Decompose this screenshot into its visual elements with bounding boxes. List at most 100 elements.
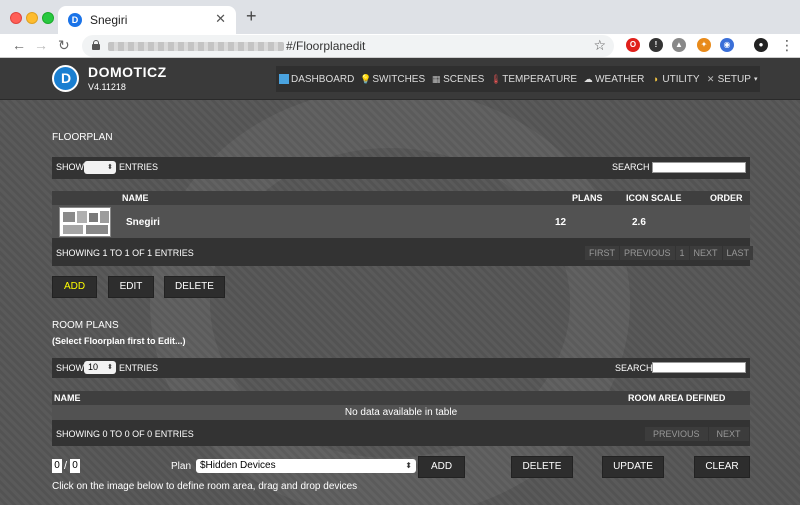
show-label: SHOW — [56, 162, 84, 172]
browser-tab[interactable]: D Snegiri ✕ — [58, 6, 236, 34]
room-plans-table-footer: SHOWING 0 TO 0 OF 0 ENTRIES PREVIOUS NEX… — [52, 420, 750, 446]
domoticz-logo-icon[interactable]: D — [52, 65, 79, 92]
info-extension-icon[interactable]: ! — [649, 38, 663, 52]
select-arrows-icon: ⬍ — [107, 164, 113, 171]
url-host-redacted — [108, 42, 284, 51]
floorplan-table-header: NAME PLANS ICON SCALE ORDER — [52, 191, 750, 205]
room-plans-pagination: PREVIOUS NEXT — [644, 427, 749, 441]
app-version: V4.11218 — [88, 82, 126, 92]
browser-menu-icon[interactable]: ⋮ — [780, 37, 794, 54]
floorplan-plans: 12 — [555, 217, 567, 228]
globe-extension-icon[interactable]: ◉ — [720, 38, 734, 52]
col-order[interactable]: ORDER — [710, 193, 743, 203]
floorplan-thumbnail[interactable] — [59, 207, 111, 237]
room-plans-search-input[interactable] — [652, 362, 746, 373]
room-plans-table-controls: SHOW 10 ⬍ ENTRIES SEARCH: — [52, 358, 750, 378]
floorplan-heading: FLOORPLAN — [52, 132, 113, 143]
delete-plan-button[interactable]: DELETE — [511, 456, 573, 478]
profile-avatar-icon[interactable]: ● — [754, 38, 768, 52]
col-icon-scale[interactable]: ICON SCALE — [626, 193, 682, 203]
col-name[interactable]: NAME — [54, 393, 81, 403]
floorplan-table-controls: SHOW ⬍ ENTRIES SEARCH : — [52, 157, 750, 179]
address-bar[interactable]: #/Floorplanedit ☆ — [82, 35, 614, 57]
y-coordinate-display: 0 — [70, 459, 80, 473]
room-plans-heading: ROOM PLANS — [52, 320, 119, 331]
clear-plan-button[interactable]: CLEAR — [694, 456, 750, 478]
col-plans[interactable]: PLANS — [572, 193, 603, 203]
floorplan-search-input[interactable] — [652, 162, 746, 173]
room-plans-page-size-select[interactable]: 10 ⬍ — [84, 361, 116, 374]
plan-label: Plan — [171, 461, 192, 472]
url-path: #/Floorplanedit — [286, 39, 366, 53]
menu-scenes[interactable]: ▦ SCENES — [428, 66, 487, 92]
floorplan-icon-scale: 2.6 — [632, 217, 646, 228]
search-label: SEARCH: — [615, 363, 656, 373]
menu-dashboard[interactable]: DASHBOARD — [276, 66, 357, 92]
search-label: SEARCH : — [612, 162, 655, 172]
entries-label: ENTRIES — [119, 363, 159, 373]
browser-toolbar: ← → ↻ #/Floorplanedit ☆ O ! ▲ ✦ ◉ ● ⋮ — [0, 34, 800, 58]
floorplan-page-size-select[interactable]: ⬍ — [84, 161, 116, 174]
bulb-icon: 💡 — [360, 74, 372, 84]
tab-close-icon[interactable]: ✕ — [215, 11, 226, 27]
pager-first[interactable]: FIRST — [585, 246, 619, 260]
maximize-window-button[interactable] — [42, 12, 54, 24]
table-row[interactable]: Snegiri 12 2.6 — [52, 205, 750, 238]
menu-weather[interactable]: ☁ WEATHER — [580, 66, 647, 92]
edit-floorplan-button[interactable]: EDIT — [108, 276, 154, 298]
main-menu: DASHBOARD 💡 SWITCHES ▦ SCENES 🌡 TEMPERATURE… — [276, 66, 761, 92]
browser-titlebar: D Snegiri ✕ + — [0, 0, 800, 34]
select-arrows-icon: ⬍ — [107, 364, 113, 371]
drive-extension-icon[interactable]: ▲ — [672, 38, 686, 52]
menu-temperature[interactable]: 🌡 TEMPERATURE — [487, 66, 580, 92]
reload-icon[interactable]: ↻ — [58, 37, 70, 53]
scenes-icon: ▦ — [431, 74, 441, 84]
pager-next[interactable]: NEXT — [689, 246, 722, 260]
col-name[interactable]: NAME — [122, 193, 149, 203]
add-floorplan-button[interactable]: ADD — [52, 276, 97, 298]
pager-last[interactable]: LAST — [722, 246, 754, 260]
pager-previous[interactable]: PREVIOUS — [645, 427, 708, 441]
menu-setup[interactable]: ✕ SETUP ▾ — [703, 66, 761, 92]
floorplan-pagination: FIRST PREVIOUS 1 NEXT LAST — [584, 246, 754, 260]
delete-floorplan-button[interactable]: DELETE — [164, 276, 225, 298]
chevron-down-icon: ▾ — [753, 76, 758, 83]
forward-arrow-icon[interactable]: → — [34, 37, 48, 53]
col-room-area-defined[interactable]: ROOM AREA DEFINED — [628, 393, 725, 403]
new-tab-button[interactable]: + — [246, 7, 257, 25]
room-plans-info: SHOWING 0 TO 0 OF 0 ENTRIES — [56, 429, 194, 439]
update-plan-button[interactable]: UPDATE — [602, 456, 664, 478]
room-plans-hint: (Select Floorplan first to Edit...) — [52, 336, 186, 346]
minimize-window-button[interactable] — [26, 12, 38, 24]
empty-table-message: No data available in table — [344, 407, 458, 418]
app-brand[interactable]: DOMOTICZ — [88, 64, 167, 80]
domoticz-favicon-icon: D — [68, 13, 82, 27]
cloud-icon: ☁ — [583, 74, 593, 84]
thermometer-icon: 🌡 — [490, 74, 502, 84]
tools-icon: ✕ — [706, 74, 715, 84]
room-plans-table-header: NAME ROOM AREA DEFINED — [52, 391, 750, 405]
plan-select[interactable]: $Hidden Devices ⬍ — [196, 459, 416, 473]
dashboard-icon — [279, 74, 289, 84]
pager-previous[interactable]: PREVIOUS — [620, 246, 675, 260]
menu-switches[interactable]: 💡 SWITCHES — [357, 66, 428, 92]
floorplan-name: Snegiri — [126, 217, 160, 228]
add-plan-button[interactable]: ADD — [418, 456, 465, 478]
floorplan-table-footer: SHOWING 1 TO 1 OF 1 ENTRIES FIRST PREVIO… — [52, 238, 754, 266]
opera-extension-icon[interactable]: O — [626, 38, 640, 52]
x-coordinate-display: 0 — [52, 459, 62, 473]
bookmark-star-icon[interactable]: ☆ — [593, 37, 606, 54]
menu-utility[interactable]: ◑ UTILITY — [647, 66, 702, 92]
pager-page-1[interactable]: 1 — [675, 246, 689, 260]
pager-next[interactable]: NEXT — [708, 427, 749, 441]
fox-extension-icon[interactable]: ✦ — [697, 38, 711, 52]
plan-instruction: Click on the image below to define room … — [52, 481, 358, 492]
coordinate-separator: / — [64, 460, 68, 472]
lock-icon — [92, 40, 100, 50]
back-arrow-icon[interactable]: ← — [12, 37, 26, 53]
utility-icon: ◑ — [652, 74, 659, 84]
show-label: SHOW — [56, 363, 84, 373]
top-navbar: D DOMOTICZ V4.11218 DASHBOARD 💡 SWITCHES … — [0, 58, 800, 100]
close-window-button[interactable] — [10, 12, 22, 24]
room-plans-empty-row: No data available in table — [52, 405, 750, 420]
